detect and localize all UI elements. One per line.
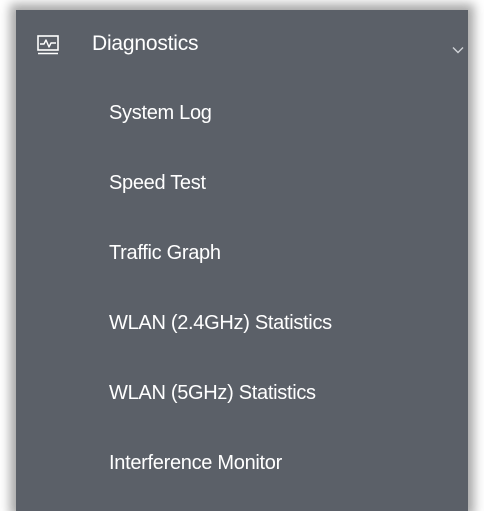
submenu-item-label: System Log [109, 102, 212, 124]
diagnostics-menu: Diagnostics System Log Speed Test Traffi… [16, 10, 468, 511]
diagnostics-menu-header[interactable]: Diagnostics [16, 10, 468, 80]
submenu-item-label: Speed Test [109, 172, 206, 194]
submenu-item-label: Interference Monitor [109, 452, 282, 474]
submenu-item-label: WLAN (5GHz) Statistics [109, 382, 316, 404]
submenu-item-wlan-2-4ghz-statistics[interactable]: WLAN (2.4GHz) Statistics [16, 290, 468, 360]
submenu-item-wlan-5ghz-statistics[interactable]: WLAN (5GHz) Statistics [16, 360, 468, 430]
submenu-item-system-log[interactable]: System Log [16, 80, 468, 150]
submenu-item-label: WLAN (2.4GHz) Statistics [109, 312, 332, 334]
submenu-item-interference-monitor[interactable]: Interference Monitor [16, 430, 468, 500]
submenu-item-speed-test[interactable]: Speed Test [16, 150, 468, 220]
submenu-item-traffic-graph[interactable]: Traffic Graph [16, 220, 468, 290]
submenu-item-label: Traffic Graph [109, 242, 221, 264]
diagnostics-menu-title: Diagnostics [92, 32, 199, 55]
chart-monitor-icon [37, 35, 59, 55]
chevron-down-icon[interactable] [452, 46, 464, 54]
page: Diagnostics System Log Speed Test Traffi… [0, 0, 484, 511]
